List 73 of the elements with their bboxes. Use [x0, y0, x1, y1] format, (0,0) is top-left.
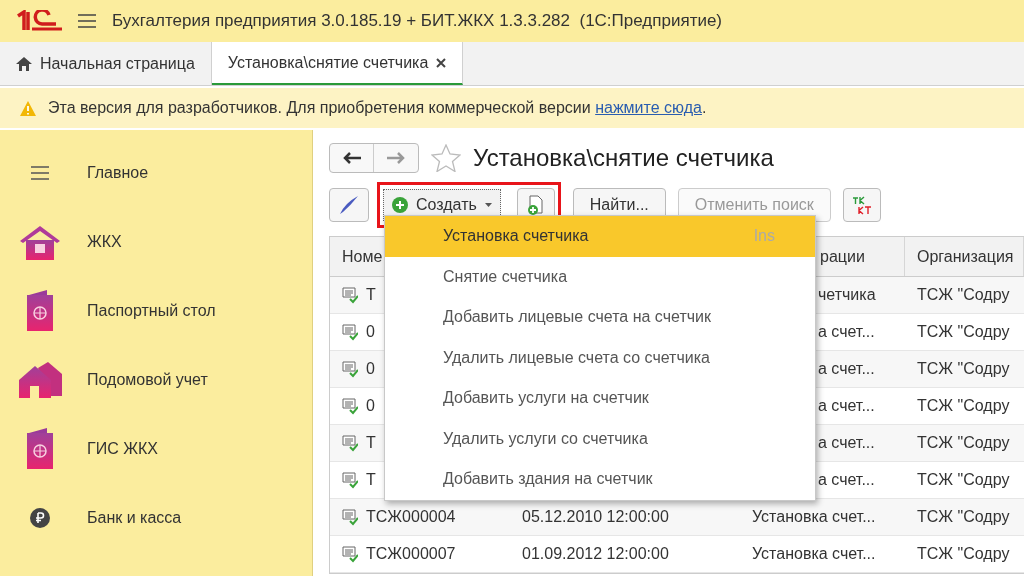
sidebar-item[interactable]: ГИС ЖКХ: [0, 414, 312, 483]
buy-link[interactable]: нажмите сюда: [595, 99, 702, 116]
table-cell-text: ТСЖ "Содру: [917, 285, 1010, 305]
table-cell-text: а счет...: [818, 433, 875, 453]
table-cell-text: 0: [366, 359, 375, 379]
logo-icon: [16, 10, 62, 32]
table-cell-text: Установка счет...: [752, 507, 876, 527]
table-cell-text: 05.12.2010 12:00:00: [522, 507, 669, 527]
tab[interactable]: Установка\снятие счетчика: [211, 42, 464, 85]
debit-credit-button[interactable]: [842, 188, 881, 222]
document-icon: [342, 508, 358, 526]
table-cell-text: ТСЖ000007: [366, 544, 456, 564]
table-cell-text: ТСЖ "Содру: [917, 322, 1010, 342]
debit-credit-icon: [850, 195, 873, 215]
table-cell-text: 0: [366, 396, 375, 416]
document-icon: [342, 545, 358, 563]
close-icon[interactable]: [436, 57, 447, 68]
table-cell-text: а счет...: [818, 359, 875, 379]
home-icon: [16, 56, 32, 71]
caret-icon: [484, 203, 492, 207]
houses-icon: [17, 359, 62, 400]
window-title: Бухгалтерия предприятия 3.0.185.19 + БИТ.ЖКХ 1.3.3.282 (1С:Предприятие): [112, 10, 723, 33]
menu-item[interactable]: Добавить лицевые счета на счетчик: [385, 297, 815, 338]
table-cell-text: а счет...: [818, 322, 875, 342]
table-cell-text: 0: [366, 322, 375, 342]
pen-button[interactable]: [329, 188, 369, 222]
form-title: Установка\снятие счетчика: [473, 143, 774, 173]
passport-icon: [24, 426, 55, 471]
table-cell-text: ТСЖ "Содру: [917, 507, 1010, 527]
table-cell-text: а счет...: [818, 470, 875, 490]
document-icon: [342, 434, 358, 452]
warning-icon: [20, 100, 36, 116]
table-cell-text: ТСЖ "Содру: [917, 396, 1010, 416]
table-cell-text: четчика: [818, 285, 876, 305]
plus-circle-icon: [392, 197, 408, 213]
quill-icon: [339, 195, 359, 215]
table-cell-text: Т: [366, 433, 376, 453]
table-cell-text: ТСЖ "Содру: [917, 359, 1010, 379]
document-icon: [342, 323, 358, 341]
forward-arrow-icon: [387, 152, 405, 164]
menu-item[interactable]: Добавить услуги на счетчик: [385, 378, 815, 419]
menu-icon[interactable]: [78, 14, 96, 28]
document-icon: [342, 360, 358, 378]
sidebar-item[interactable]: ЖКХ: [0, 207, 312, 276]
table-cell-text: Т: [366, 285, 376, 305]
menu-item[interactable]: Добавить здания на счетчик: [385, 459, 815, 500]
star-icon[interactable]: [431, 144, 461, 172]
document-icon: [342, 397, 358, 415]
table-cell-text: ТСЖ "Содру: [917, 433, 1010, 453]
table-cell-text: а счет...: [818, 396, 875, 416]
menu-icon: [29, 164, 50, 181]
sidebar-item[interactable]: Банк и касса: [0, 483, 312, 552]
passport-icon: [24, 288, 55, 333]
menu-item[interactable]: Удалить услуги со счетчика: [385, 418, 815, 459]
sidebar-item[interactable]: Паспортный стол: [0, 276, 312, 345]
sidebar-item[interactable]: Главное: [0, 138, 312, 207]
table-cell-text: Т: [366, 470, 376, 490]
table-cell-text: 01.09.2012 12:00:00: [522, 544, 669, 564]
banner-text: Эта версия для разработчиков. Для приобретения коммерческой версии нажмите сюда.: [48, 98, 707, 118]
tab[interactable]: Начальная страница: [0, 42, 212, 85]
table-cell-text: ТСЖ000004: [366, 507, 456, 527]
table-cell-text: ТСЖ "Содру: [917, 544, 1010, 564]
column-header[interactable]: Организация: [905, 237, 1024, 276]
document-icon: [342, 471, 358, 489]
menu-item[interactable]: Установка счетчика Ins: [385, 216, 815, 257]
document-icon: [342, 286, 358, 304]
back-arrow-icon: [342, 152, 361, 164]
sidebar-item[interactable]: Подомовой учет: [0, 345, 312, 414]
table-cell-text: ТСЖ "Содру: [917, 470, 1010, 490]
ruble-icon: [29, 507, 50, 528]
table-row[interactable]: ТСЖ000004 05.12.2010 12:00:00 Установка счет... ТСЖ "Содру: [330, 499, 1024, 536]
menu-item[interactable]: Удалить лицевые счета со счетчика: [385, 337, 815, 378]
table-cell-text: Установка счет...: [752, 544, 876, 564]
